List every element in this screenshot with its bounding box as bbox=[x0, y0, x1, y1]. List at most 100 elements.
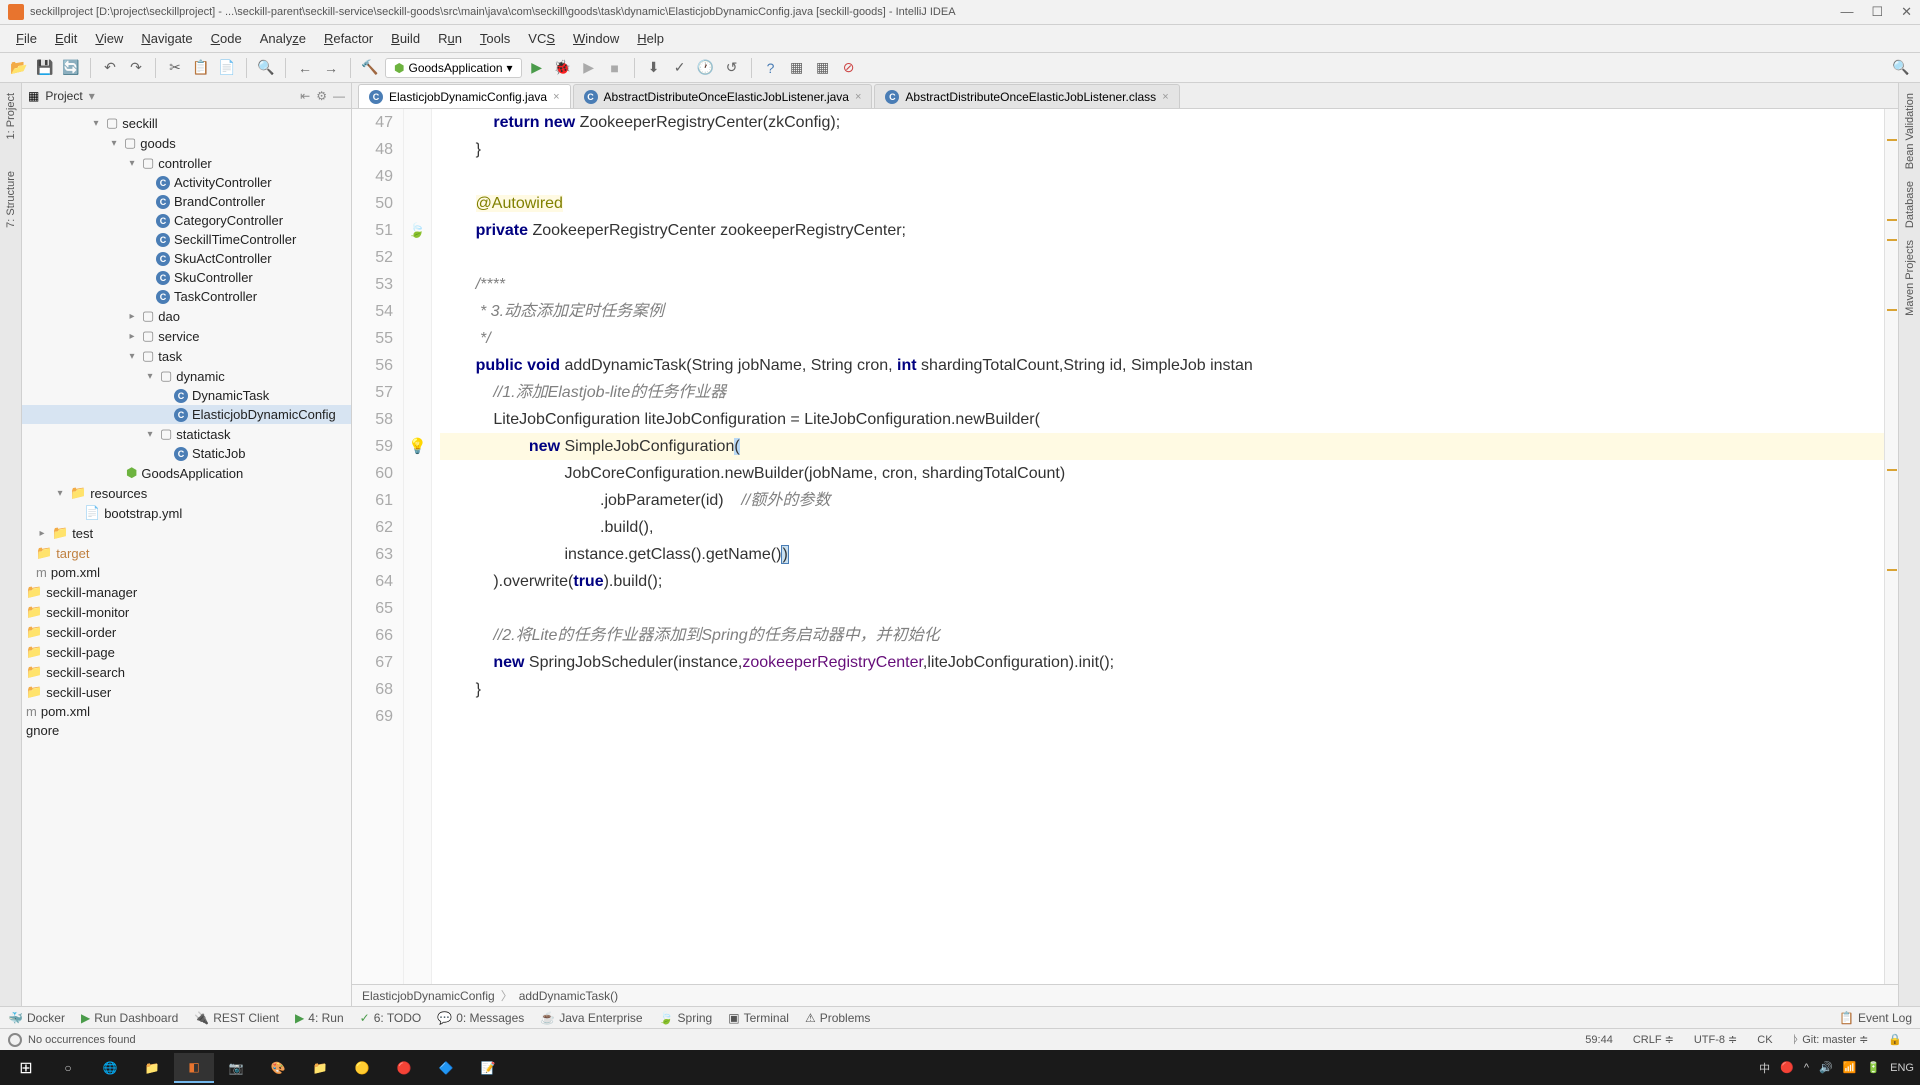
bt-event-log[interactable]: 📋Event Log bbox=[1839, 1011, 1912, 1025]
tree-pkg-goods[interactable]: ▾▢goods bbox=[22, 133, 351, 153]
tab-abstractlistener-class[interactable]: CAbstractDistributeOnceElasticJobListene… bbox=[874, 84, 1179, 108]
breadcrumb-method[interactable]: addDynamicTask() bbox=[519, 989, 618, 1003]
tree-mod-order[interactable]: 📁seckill-order bbox=[22, 622, 351, 642]
taskbar-app5[interactable]: 🔴 bbox=[384, 1053, 424, 1083]
close-button[interactable]: ✕ bbox=[1901, 4, 1912, 20]
structure-icon[interactable]: ▦ bbox=[786, 57, 808, 79]
breadcrumb-class[interactable]: ElasticjobDynamicConfig bbox=[362, 989, 495, 1003]
status-lock-icon[interactable]: 🔒 bbox=[1878, 1033, 1912, 1046]
db-icon[interactable]: ▦ bbox=[812, 57, 834, 79]
error-stripe[interactable] bbox=[1884, 109, 1898, 984]
tree-class-categorycontroller[interactable]: CCategoryController bbox=[22, 211, 351, 230]
bt-terminal[interactable]: ▣Terminal bbox=[728, 1011, 789, 1025]
start-button[interactable]: ⊞ bbox=[6, 1053, 46, 1083]
stop-icon[interactable]: ■ bbox=[604, 57, 626, 79]
panel-settings-icon[interactable]: ⚙ bbox=[316, 89, 327, 103]
bt-java-ee[interactable]: ☕Java Enterprise bbox=[540, 1011, 642, 1025]
bt-messages[interactable]: 💬0: Messages bbox=[437, 1011, 524, 1025]
find-icon[interactable]: 🔍 bbox=[255, 57, 277, 79]
run-config-selector[interactable]: ⬢ GoodsApplication ▾ bbox=[385, 58, 522, 78]
bt-todo[interactable]: ✓6: TODO bbox=[360, 1011, 422, 1025]
save-icon[interactable]: 💾 bbox=[34, 57, 56, 79]
back-icon[interactable]: ← bbox=[294, 57, 316, 79]
build-icon[interactable]: 🔨 bbox=[359, 57, 381, 79]
close-icon[interactable]: × bbox=[553, 91, 559, 103]
search-everywhere-icon[interactable]: 🔍 bbox=[1890, 57, 1912, 79]
bt-run[interactable]: ▶4: Run bbox=[295, 1011, 344, 1025]
tree-mod-user[interactable]: 📁seckill-user bbox=[22, 682, 351, 702]
right-tab-database[interactable]: Database bbox=[1902, 175, 1918, 234]
taskbar-app4[interactable]: 🟡 bbox=[342, 1053, 382, 1083]
right-tab-bean[interactable]: Bean Validation bbox=[1902, 87, 1918, 175]
vcs-revert-icon[interactable]: ↺ bbox=[721, 57, 743, 79]
debug-icon[interactable]: 🐞 bbox=[552, 57, 574, 79]
tree-root-pom[interactable]: mpom.xml bbox=[22, 702, 351, 721]
tree-pkg-seckill[interactable]: ▾▢seckill bbox=[22, 113, 351, 133]
refresh-icon[interactable]: 🔄 bbox=[60, 57, 82, 79]
menu-vcs[interactable]: VCS bbox=[520, 27, 563, 50]
menu-build[interactable]: Build bbox=[383, 27, 428, 50]
taskbar-app3[interactable]: 📁 bbox=[300, 1053, 340, 1083]
coverage-icon[interactable]: ▶ bbox=[578, 57, 600, 79]
menu-view[interactable]: View bbox=[87, 27, 131, 50]
paste-icon[interactable]: 📄 bbox=[216, 57, 238, 79]
bt-spring[interactable]: 🍃Spring bbox=[659, 1011, 713, 1025]
tree-class-skuactcontroller[interactable]: CSkuActController bbox=[22, 249, 351, 268]
taskbar-explorer[interactable]: 📁 bbox=[132, 1053, 172, 1083]
tree-mod-page[interactable]: 📁seckill-page bbox=[22, 642, 351, 662]
tree-goods-app[interactable]: ⬢GoodsApplication bbox=[22, 463, 351, 483]
right-tab-maven[interactable]: Maven Projects bbox=[1902, 234, 1918, 322]
tree-pkg-controller[interactable]: ▾▢controller bbox=[22, 153, 351, 173]
status-position[interactable]: 59:44 bbox=[1575, 1034, 1623, 1046]
tree-target[interactable]: 📁target bbox=[22, 543, 351, 563]
left-tab-project[interactable]: 1: Project bbox=[3, 87, 19, 145]
taskbar-app1[interactable]: 📷 bbox=[216, 1053, 256, 1083]
tree-mod-search[interactable]: 📁seckill-search bbox=[22, 662, 351, 682]
bt-rest[interactable]: 🔌REST Client bbox=[194, 1011, 279, 1025]
annotation-gutter[interactable]: 🍃💡 bbox=[404, 109, 432, 984]
bt-docker[interactable]: 🐳Docker bbox=[8, 1011, 65, 1025]
menu-file[interactable]: File bbox=[8, 27, 45, 50]
tree-class-dynamictask[interactable]: CDynamicTask bbox=[22, 386, 351, 405]
status-insert[interactable]: CK bbox=[1747, 1034, 1782, 1046]
tree-mod-manager[interactable]: 📁seckill-manager bbox=[22, 582, 351, 602]
close-icon[interactable]: × bbox=[1162, 91, 1168, 103]
panel-hide-icon[interactable]: — bbox=[333, 89, 345, 103]
menu-run[interactable]: Run bbox=[430, 27, 470, 50]
tree-bootstrap[interactable]: 📄bootstrap.yml bbox=[22, 503, 351, 523]
menu-analyze[interactable]: Analyze bbox=[252, 27, 314, 50]
taskbar-app6[interactable]: 🔷 bbox=[426, 1053, 466, 1083]
tab-elasticjob[interactable]: CElasticjobDynamicConfig.java× bbox=[358, 84, 571, 108]
taskbar-chrome[interactable]: 🌐 bbox=[90, 1053, 130, 1083]
menu-code[interactable]: Code bbox=[203, 27, 250, 50]
tree-class-elasticjobdynamicconfig[interactable]: CElasticjobDynamicConfig bbox=[22, 405, 351, 424]
tree-pkg-dynamic[interactable]: ▾▢dynamic bbox=[22, 366, 351, 386]
tab-abstractlistener-java[interactable]: CAbstractDistributeOnceElasticJobListene… bbox=[573, 84, 873, 108]
tree-class-seckilltimecontroller[interactable]: CSeckillTimeController bbox=[22, 230, 351, 249]
forward-icon[interactable]: → bbox=[320, 57, 342, 79]
run-icon[interactable]: ▶ bbox=[526, 57, 548, 79]
menu-tools[interactable]: Tools bbox=[472, 27, 518, 50]
maximize-button[interactable]: ☐ bbox=[1871, 4, 1883, 20]
tree-class-brandcontroller[interactable]: CBrandController bbox=[22, 192, 351, 211]
no-entry-icon[interactable]: ⊘ bbox=[838, 57, 860, 79]
vcs-update-icon[interactable]: ⬇ bbox=[643, 57, 665, 79]
tree-pkg-service[interactable]: ▸▢service bbox=[22, 326, 351, 346]
cut-icon[interactable]: ✂ bbox=[164, 57, 186, 79]
undo-icon[interactable]: ↶ bbox=[99, 57, 121, 79]
taskbar-intellij[interactable]: ◧ bbox=[174, 1053, 214, 1083]
panel-collapse-icon[interactable]: ⇤ bbox=[300, 89, 310, 103]
close-icon[interactable]: × bbox=[855, 91, 861, 103]
taskbar-search[interactable]: ○ bbox=[48, 1053, 88, 1083]
left-tab-structure[interactable]: 7: Structure bbox=[3, 165, 19, 234]
tree-resources[interactable]: ▾📁resources bbox=[22, 483, 351, 503]
line-gutter[interactable]: 4748495051525354555657585960616263646566… bbox=[352, 109, 404, 984]
copy-icon[interactable]: 📋 bbox=[190, 57, 212, 79]
project-tree[interactable]: ▾▢seckill ▾▢goods ▾▢controller CActivity… bbox=[22, 109, 351, 1006]
vcs-history-icon[interactable]: 🕐 bbox=[695, 57, 717, 79]
menu-help[interactable]: Help bbox=[629, 27, 672, 50]
menu-edit[interactable]: Edit bbox=[47, 27, 85, 50]
tree-class-skucontroller[interactable]: CSkuController bbox=[22, 268, 351, 287]
tree-class-taskcontroller[interactable]: CTaskController bbox=[22, 287, 351, 306]
tree-pkg-statictask[interactable]: ▾▢statictask bbox=[22, 424, 351, 444]
